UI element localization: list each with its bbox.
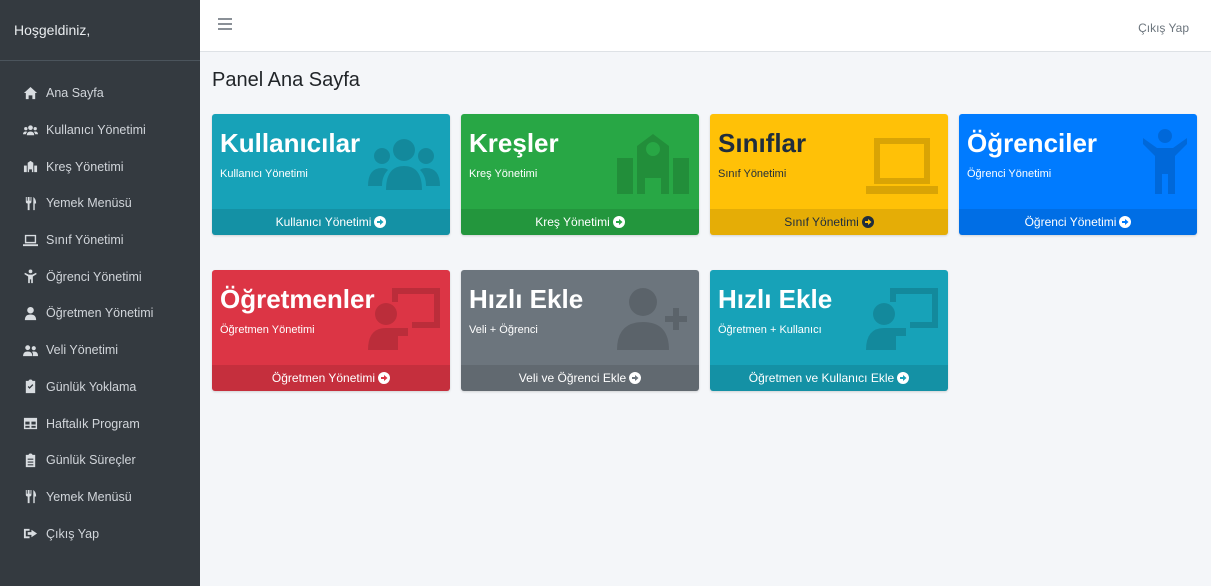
menu-toggle-icon[interactable] — [218, 18, 232, 30]
sidebar-item-label: Kreş Yönetimi — [46, 159, 124, 174]
card-footer-link[interactable]: Kreş Yönetimi — [461, 209, 699, 235]
arrow-circle-right-icon — [374, 216, 387, 228]
table-icon — [22, 416, 38, 432]
card-footer-label: Kreş Yönetimi — [535, 215, 610, 229]
card-students: Öğrenciler Öğrenci Yönetimi Öğrenci Yöne… — [959, 114, 1197, 235]
card-subtitle: Öğrenci Yönetimi — [967, 168, 1052, 180]
card-subtitle: Kreş Yönetimi — [469, 168, 538, 180]
card-nurseries: Kreşler Kreş Yönetimi Kreş Yönetimi — [461, 114, 699, 235]
sidebar-item-label: Ana Sayfa — [46, 86, 104, 101]
card-footer-label: Sınıf Yönetimi — [784, 215, 859, 229]
utensils-icon — [22, 489, 38, 505]
top-navbar: Çıkış Yap — [200, 0, 1211, 52]
welcome-text: Hoşgeldiniz, — [0, 0, 200, 61]
home-icon — [22, 85, 38, 101]
card-title: Öğrenciler — [967, 128, 1098, 158]
card-title: Hızlı Ekle — [469, 284, 584, 314]
laptop-icon — [22, 232, 38, 248]
card-subtitle: Öğretmen + Kullanıcı — [718, 324, 822, 336]
page-title: Panel Ana Sayfa — [212, 69, 360, 91]
sidebar-item-label: Yemek Menüsü — [46, 489, 132, 504]
sidebar-item-students[interactable]: Öğrenci Yönetimi — [0, 258, 200, 295]
card-footer-link[interactable]: Veli ve Öğrenci Ekle — [461, 365, 699, 391]
child-icon — [22, 269, 38, 285]
card-subtitle: Öğretmen Yönetimi — [220, 324, 315, 336]
card-teachers: Öğretmenler Öğretmen Yönetimi Öğretmen Y… — [212, 270, 450, 391]
arrow-circle-right-icon — [1119, 216, 1132, 228]
sidebar-item-weekly-program[interactable]: Haftalık Program — [0, 405, 200, 442]
sidebar-item-label: Günlük Yoklama — [46, 379, 137, 394]
card-footer-link[interactable]: Kullanıcı Yönetimi — [212, 209, 450, 235]
sidebar-item-attendance[interactable]: Günlük Yoklama — [0, 369, 200, 406]
sidebar: Hoşgeldiniz, Ana Sayfa Kullanıcı Yönetim… — [0, 0, 200, 586]
card-subtitle: Kullanıcı Yönetimi — [220, 168, 308, 180]
sidebar-item-label: Öğrenci Yönetimi — [46, 269, 142, 284]
users-icon — [22, 122, 38, 138]
sidebar-item-food-menu[interactable]: Yemek Menüsü — [0, 185, 200, 222]
sidebar-item-class[interactable]: Sınıf Yönetimi — [0, 222, 200, 259]
sidebar-item-label: Sınıf Yönetimi — [46, 233, 124, 248]
card-footer-link[interactable]: Öğrenci Yönetimi — [959, 209, 1197, 235]
sidebar-item-label: Çıkış Yap — [46, 526, 100, 541]
sidebar-item-label: Günlük Süreçler — [46, 453, 136, 468]
sidebar-item-parents[interactable]: Veli Yönetimi — [0, 332, 200, 369]
sidebar-item-label: Veli Yönetimi — [46, 343, 119, 358]
arrow-circle-right-icon — [612, 216, 625, 228]
sidebar-nav: Ana Sayfa Kullanıcı Yönetimi Kreş Yöneti… — [0, 61, 200, 552]
arrow-circle-right-icon — [897, 372, 910, 384]
utensils-icon — [22, 195, 38, 211]
card-footer-link[interactable]: Öğretmen Yönetimi — [212, 365, 450, 391]
user-friends-icon — [22, 342, 38, 358]
card-footer-link[interactable]: Sınıf Yönetimi — [710, 209, 948, 235]
sidebar-item-users[interactable]: Kullanıcı Yönetimi — [0, 112, 200, 149]
school-icon — [22, 159, 38, 175]
arrow-circle-right-icon — [378, 372, 391, 384]
sidebar-item-label: Kullanıcı Yönetimi — [46, 123, 146, 138]
sidebar-item-nursery[interactable]: Kreş Yönetimi — [0, 148, 200, 185]
sidebar-item-label: Haftalık Program — [46, 416, 140, 431]
sign-out-icon — [22, 526, 38, 542]
card-users: Kullanıcılar Kullanıcı Yönetimi Kullanıc… — [212, 114, 450, 235]
sidebar-item-home[interactable]: Ana Sayfa — [0, 75, 200, 112]
card-title: Hızlı Ekle — [718, 284, 833, 314]
card-title: Kullanıcılar — [220, 128, 361, 158]
card-footer-link[interactable]: Öğretmen ve Kullanıcı Ekle — [710, 365, 948, 391]
sidebar-item-teachers[interactable]: Öğretmen Yönetimi — [0, 295, 200, 332]
card-footer-label: Öğretmen Yönetimi — [271, 371, 376, 385]
card-title: Öğretmenler — [220, 284, 375, 314]
card-subtitle: Veli + Öğrenci — [469, 324, 538, 336]
clipboard-check-icon — [22, 379, 38, 395]
card-title: Kreşler — [469, 128, 559, 158]
sidebar-item-label: Öğretmen Yönetimi — [46, 306, 154, 321]
sidebar-item-food-menu-2[interactable]: Yemek Menüsü — [0, 479, 200, 516]
card-footer-label: Öğrenci Yönetimi — [1024, 215, 1117, 229]
user-tie-icon — [22, 305, 38, 321]
card-quick-add-parent: Hızlı Ekle Veli + Öğrenci Veli ve Öğrenc… — [461, 270, 699, 391]
card-footer-label: Kullanıcı Yönetimi — [275, 215, 372, 229]
sidebar-item-daily-processes[interactable]: Günlük Süreçler — [0, 442, 200, 479]
card-title: Sınıflar — [718, 128, 807, 158]
arrow-circle-right-icon — [861, 216, 874, 228]
sidebar-item-label: Yemek Menüsü — [46, 196, 132, 211]
logout-link[interactable]: Çıkış Yap — [1138, 21, 1189, 35]
clipboard-list-icon — [22, 452, 38, 468]
card-quick-add-teacher: Hızlı Ekle Öğretmen + Kullanıcı Öğretmen… — [710, 270, 948, 391]
card-footer-label: Öğretmen ve Kullanıcı Ekle — [748, 371, 895, 385]
card-footer-label: Veli ve Öğrenci Ekle — [518, 371, 627, 385]
card-subtitle: Sınıf Yönetimi — [718, 168, 787, 180]
card-classes: Sınıflar Sınıf Yönetimi Sınıf Yönetimi — [710, 114, 948, 235]
arrow-circle-right-icon — [629, 372, 642, 384]
sidebar-item-logout[interactable]: Çıkış Yap — [0, 515, 200, 552]
